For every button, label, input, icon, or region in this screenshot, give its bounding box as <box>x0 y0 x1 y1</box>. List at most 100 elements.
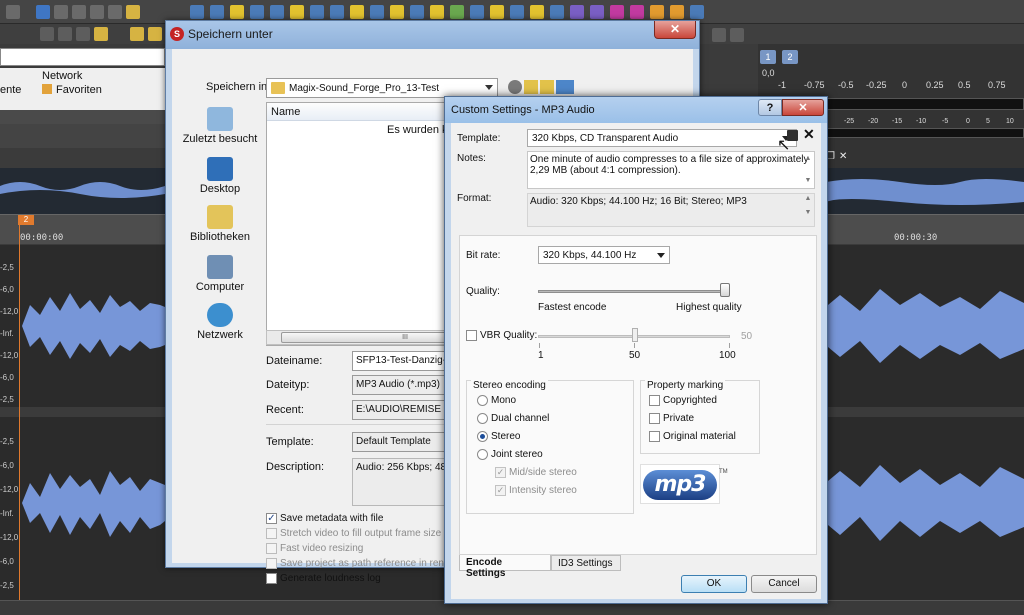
place-desktop[interactable]: Desktop <box>178 157 262 195</box>
toolbar-icon[interactable] <box>510 5 524 19</box>
toolbar-icon[interactable] <box>730 28 744 42</box>
checkbox-box[interactable]: ✓ <box>495 485 506 496</box>
loudness-log-checkbox[interactable]: Generate loudness log <box>266 573 381 584</box>
notes-textarea[interactable]: One minute of audio compresses to a file… <box>527 151 815 189</box>
view-menu-icon[interactable] <box>556 80 574 94</box>
tab-id3-settings[interactable]: ID3 Settings <box>551 555 621 571</box>
checkbox-box[interactable] <box>649 431 660 442</box>
toolbar-icon[interactable] <box>650 5 664 19</box>
scroll-arrows-icon[interactable]: ▲ ▼ <box>803 153 813 186</box>
toolbar-icon[interactable] <box>290 5 304 19</box>
toolbar-icon[interactable] <box>94 27 108 41</box>
place-libraries[interactable]: Bibliotheken <box>178 205 262 243</box>
close-button[interactable]: ✕ <box>782 99 824 116</box>
toolbar-icon[interactable] <box>54 5 68 19</box>
toolbar-icon[interactable] <box>330 5 344 19</box>
toolbar-icon[interactable] <box>390 5 404 19</box>
toolbar-icon[interactable] <box>230 5 244 19</box>
fast-resize-checkbox[interactable]: Fast video resizing <box>266 543 363 554</box>
radio-button[interactable] <box>477 395 488 406</box>
save-metadata-checkbox[interactable]: Save metadata with file <box>266 513 383 524</box>
toolbar-icon[interactable] <box>490 5 504 19</box>
place-computer[interactable]: Computer <box>178 255 262 293</box>
quality-slider-track[interactable] <box>538 290 730 293</box>
checkbox-box[interactable] <box>266 543 277 554</box>
checkbox-box[interactable] <box>266 558 277 569</box>
path-reference-checkbox[interactable]: Save project as path reference in render… <box>266 558 470 569</box>
toolbar-icon[interactable] <box>90 5 104 19</box>
toolbar-icon[interactable] <box>450 5 464 19</box>
radio-mono[interactable]: Mono <box>477 395 516 406</box>
toolbar-icon[interactable] <box>630 5 644 19</box>
toolbar-icon[interactable] <box>58 27 72 41</box>
cancel-button[interactable]: Cancel <box>751 575 817 593</box>
checkbox-box[interactable]: ✓ <box>495 467 506 478</box>
quality-slider-thumb[interactable] <box>720 283 730 297</box>
bitrate-dropdown[interactable]: 320 Kbps, 44.100 Hz <box>538 246 670 264</box>
toolbar-icon[interactable] <box>410 5 424 19</box>
toolbar-icon[interactable] <box>76 27 90 41</box>
toolbar-icon[interactable] <box>130 27 144 41</box>
toolbar-icon[interactable] <box>40 27 54 41</box>
original-material-checkbox[interactable]: Original material <box>649 431 736 442</box>
mp3-dialog-titlebar[interactable]: Custom Settings - MP3 Audio ? ✕ <box>445 97 827 123</box>
private-checkbox[interactable]: Private <box>649 413 694 424</box>
toolbar-icon[interactable] <box>370 5 384 19</box>
toolbar-icon[interactable] <box>590 5 604 19</box>
vbr-slider-thumb[interactable] <box>632 328 638 342</box>
radio-dual-channel[interactable]: Dual channel <box>477 413 549 424</box>
mid-side-checkbox[interactable]: ✓ Mid/side stereo <box>495 467 577 478</box>
daw-path-input[interactable] <box>0 48 165 66</box>
toolbar-icon[interactable] <box>350 5 364 19</box>
toolbar-icon[interactable] <box>550 5 564 19</box>
up-folder-icon[interactable] <box>524 80 538 94</box>
radio-joint-stereo[interactable]: Joint stereo <box>477 449 543 460</box>
explorer-network[interactable]: Network <box>42 70 82 82</box>
toolbar-icon[interactable] <box>6 5 20 19</box>
close-icon[interactable]: ✕ <box>839 151 847 162</box>
delete-template-icon[interactable]: ✕ <box>803 126 815 143</box>
meter-channel-2-button[interactable]: 2 <box>782 50 798 64</box>
toolbar-icon[interactable] <box>72 5 86 19</box>
vbr-quality-checkbox[interactable]: VBR Quality: <box>466 330 537 341</box>
close-button[interactable]: ✕ <box>654 21 696 39</box>
copyrighted-checkbox[interactable]: Copyrighted <box>649 395 717 406</box>
scroll-arrows-icon[interactable]: ▲ ▼ <box>803 195 813 216</box>
toolbar-icon[interactable] <box>36 5 50 19</box>
back-icon[interactable] <box>508 80 522 94</box>
checkbox-box[interactable] <box>266 573 277 584</box>
toolbar-icon[interactable] <box>210 5 224 19</box>
toolbar-icon[interactable] <box>690 5 704 19</box>
toolbar-icon[interactable] <box>470 5 484 19</box>
place-recent[interactable]: Zuletzt besucht <box>178 107 262 145</box>
toolbar-icon[interactable] <box>430 5 444 19</box>
playhead-line[interactable] <box>19 225 20 600</box>
tab-encode-settings[interactable]: Encode Settings <box>459 555 551 579</box>
toolbar-icon[interactable] <box>250 5 264 19</box>
radio-stereo[interactable]: Stereo <box>477 431 520 442</box>
column-name-header[interactable]: Name <box>271 106 300 118</box>
toolbar-icon[interactable] <box>530 5 544 19</box>
region-marker[interactable]: 2 <box>18 215 34 225</box>
radio-button[interactable] <box>477 413 488 424</box>
toolbar-icon[interactable] <box>610 5 624 19</box>
toolbar-icon[interactable] <box>126 5 140 19</box>
checkbox-box[interactable] <box>266 528 277 539</box>
intensity-stereo-checkbox[interactable]: ✓ Intensity stereo <box>495 485 577 496</box>
checkbox-box[interactable] <box>466 330 477 341</box>
radio-button[interactable] <box>477 431 488 442</box>
toolbar-icon[interactable] <box>108 5 122 19</box>
explorer-favorites[interactable]: Favoriten <box>56 84 102 96</box>
checkbox-box[interactable] <box>649 395 660 406</box>
save-dialog-titlebar[interactable]: S Speichern unter ✕ <box>166 21 699 49</box>
radio-button[interactable] <box>477 449 488 460</box>
toolbar-icon[interactable] <box>190 5 204 19</box>
checkbox-box[interactable] <box>649 413 660 424</box>
toolbar-icon[interactable] <box>270 5 284 19</box>
meter-channel-1-button[interactable]: 1 <box>760 50 776 64</box>
toolbar-icon[interactable] <box>148 27 162 41</box>
toolbar-icon[interactable] <box>670 5 684 19</box>
explorer-item-cut[interactable]: ente <box>0 84 21 96</box>
ok-button[interactable]: OK <box>681 575 747 593</box>
checkbox-box[interactable] <box>266 513 277 524</box>
